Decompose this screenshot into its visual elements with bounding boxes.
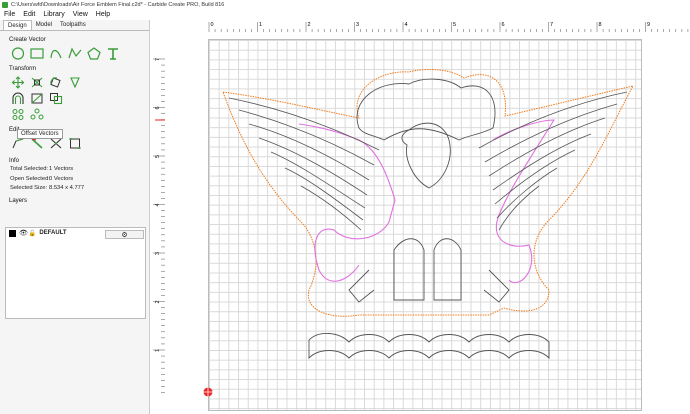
tab-model[interactable]: Model [32, 20, 56, 30]
create-vector-toolbar [0, 46, 149, 60]
vertical-ruler: 7 6 5 4 3 2 1 [151, 32, 165, 414]
rectangle-icon[interactable] [29, 46, 44, 60]
ruler-y-label: 4 [155, 203, 161, 206]
tab-design[interactable]: Design [3, 20, 32, 30]
ruler-y-label: 7 [155, 58, 161, 61]
offset-icon[interactable] [10, 91, 25, 105]
total-selected-row: Total Selected: 1 Vectors [0, 165, 149, 175]
menu-library[interactable]: Library [43, 11, 64, 18]
layer-color-swatch[interactable] [9, 229, 16, 237]
tab-toolpaths[interactable]: Toolpaths [56, 20, 90, 30]
open-selected-row: Open Selected: 0 Vectors [0, 175, 149, 185]
move-icon[interactable] [10, 75, 25, 89]
left-panel: Design Model Toolpaths Create Vector Tra… [0, 20, 150, 414]
boolean-icon[interactable] [48, 91, 63, 105]
open-selected-label: Open Selected: [10, 175, 50, 182]
polyline-icon[interactable] [67, 46, 82, 60]
total-selected-label: Total Selected: [10, 166, 49, 172]
text-icon[interactable] [105, 46, 120, 60]
align-icon[interactable] [29, 75, 44, 89]
emblem-vectors[interactable] [209, 40, 643, 412]
title-bar: C:\Users\wfd\Downloads\Air Force Emblem … [0, 0, 690, 9]
info-title: Info [9, 158, 20, 164]
ruler-x-label: 2 [308, 22, 311, 28]
transform-toolbar-row1 [0, 75, 149, 89]
ruler-x-label: 6 [502, 22, 505, 28]
design-canvas[interactable] [208, 39, 642, 411]
mirror-icon[interactable] [67, 75, 82, 89]
lock-icon[interactable]: 🔓 [29, 230, 36, 237]
ruler-y-label: 6 [155, 106, 161, 109]
scale-icon[interactable] [67, 136, 82, 150]
window-title: C:\Users\wfd\Downloads\Air Force Emblem … [11, 1, 225, 8]
eagle-talons [348, 238, 510, 303]
origin-marker [203, 387, 213, 397]
info-block: Total Selected: 1 Vectors Open Selected:… [0, 165, 149, 194]
ruler-x-label: 8 [599, 22, 602, 28]
menu-view[interactable]: View [73, 11, 88, 18]
ruler-x-label: 7 [550, 22, 553, 28]
app-logo-icon [2, 1, 8, 8]
layer-name: DEFAULT [39, 230, 67, 236]
layers-list: 👁 🔓 DEFAULT ⚙ [5, 227, 146, 319]
layer-row[interactable]: 👁 🔓 DEFAULT ⚙ [6, 228, 145, 239]
selected-size-label: Selected Size: [10, 185, 48, 191]
layer-settings-button[interactable]: ⚙ [105, 230, 144, 239]
total-selected-value: 1 Vectors [49, 166, 74, 172]
menu-bar: File Edit Library View Help [0, 9, 690, 19]
ruler-x-label: 4 [405, 22, 408, 28]
ruler-y-label: 1 [155, 349, 161, 352]
group-icon[interactable] [10, 107, 25, 121]
rotate-icon[interactable] [48, 75, 63, 89]
selected-size-value: 8.534 x 4.777 [49, 185, 85, 191]
transform-toolbar-row3 [0, 107, 149, 121]
ruler-y-label: 3 [155, 252, 161, 255]
eye-icon[interactable]: 👁 [19, 229, 28, 237]
menu-edit[interactable]: Edit [23, 11, 35, 18]
ruler-y-label: 5 [155, 155, 161, 158]
chain-links [308, 333, 550, 360]
transform-title: Transform [9, 66, 37, 72]
layers-title: Layers [9, 197, 28, 204]
curve-icon[interactable] [48, 46, 63, 60]
selected-size-row: Selected Size: 8.534 x 4.777 [0, 184, 149, 194]
circle-icon[interactable] [10, 46, 25, 60]
transform-toolbar-row2 [0, 91, 149, 105]
ruler-x-label: 3 [356, 22, 359, 28]
selected-vector [298, 119, 555, 284]
create-vector-title: Create Vector [9, 37, 46, 43]
array-icon[interactable] [29, 107, 44, 121]
horizontal-ruler: 0 1 2 3 4 5 6 7 8 9 [151, 20, 690, 32]
offset-boundary [222, 69, 634, 317]
cloud-shape [356, 78, 496, 141]
ruler-x-label: 0 [211, 22, 214, 28]
ruler-x-label: 5 [453, 22, 456, 28]
menu-file[interactable]: File [4, 11, 15, 18]
tab-bar: Design Model Toolpaths [0, 20, 149, 31]
ruler-y-label: 2 [155, 300, 161, 303]
design-workspace: 0 1 2 3 4 5 6 7 8 9 7 6 5 4 3 2 1 [151, 20, 690, 414]
ruler-x-label: 1 [259, 22, 262, 28]
polygon-icon[interactable] [86, 46, 101, 60]
offset-vectors-tooltip: Offset Vectors [17, 129, 63, 139]
node-edit-icon[interactable] [29, 91, 44, 105]
ruler-x-label: 9 [647, 22, 650, 28]
menu-help[interactable]: Help [96, 11, 110, 18]
gear-icon: ⚙ [121, 231, 128, 239]
open-selected-value: 0 Vectors [49, 175, 74, 182]
